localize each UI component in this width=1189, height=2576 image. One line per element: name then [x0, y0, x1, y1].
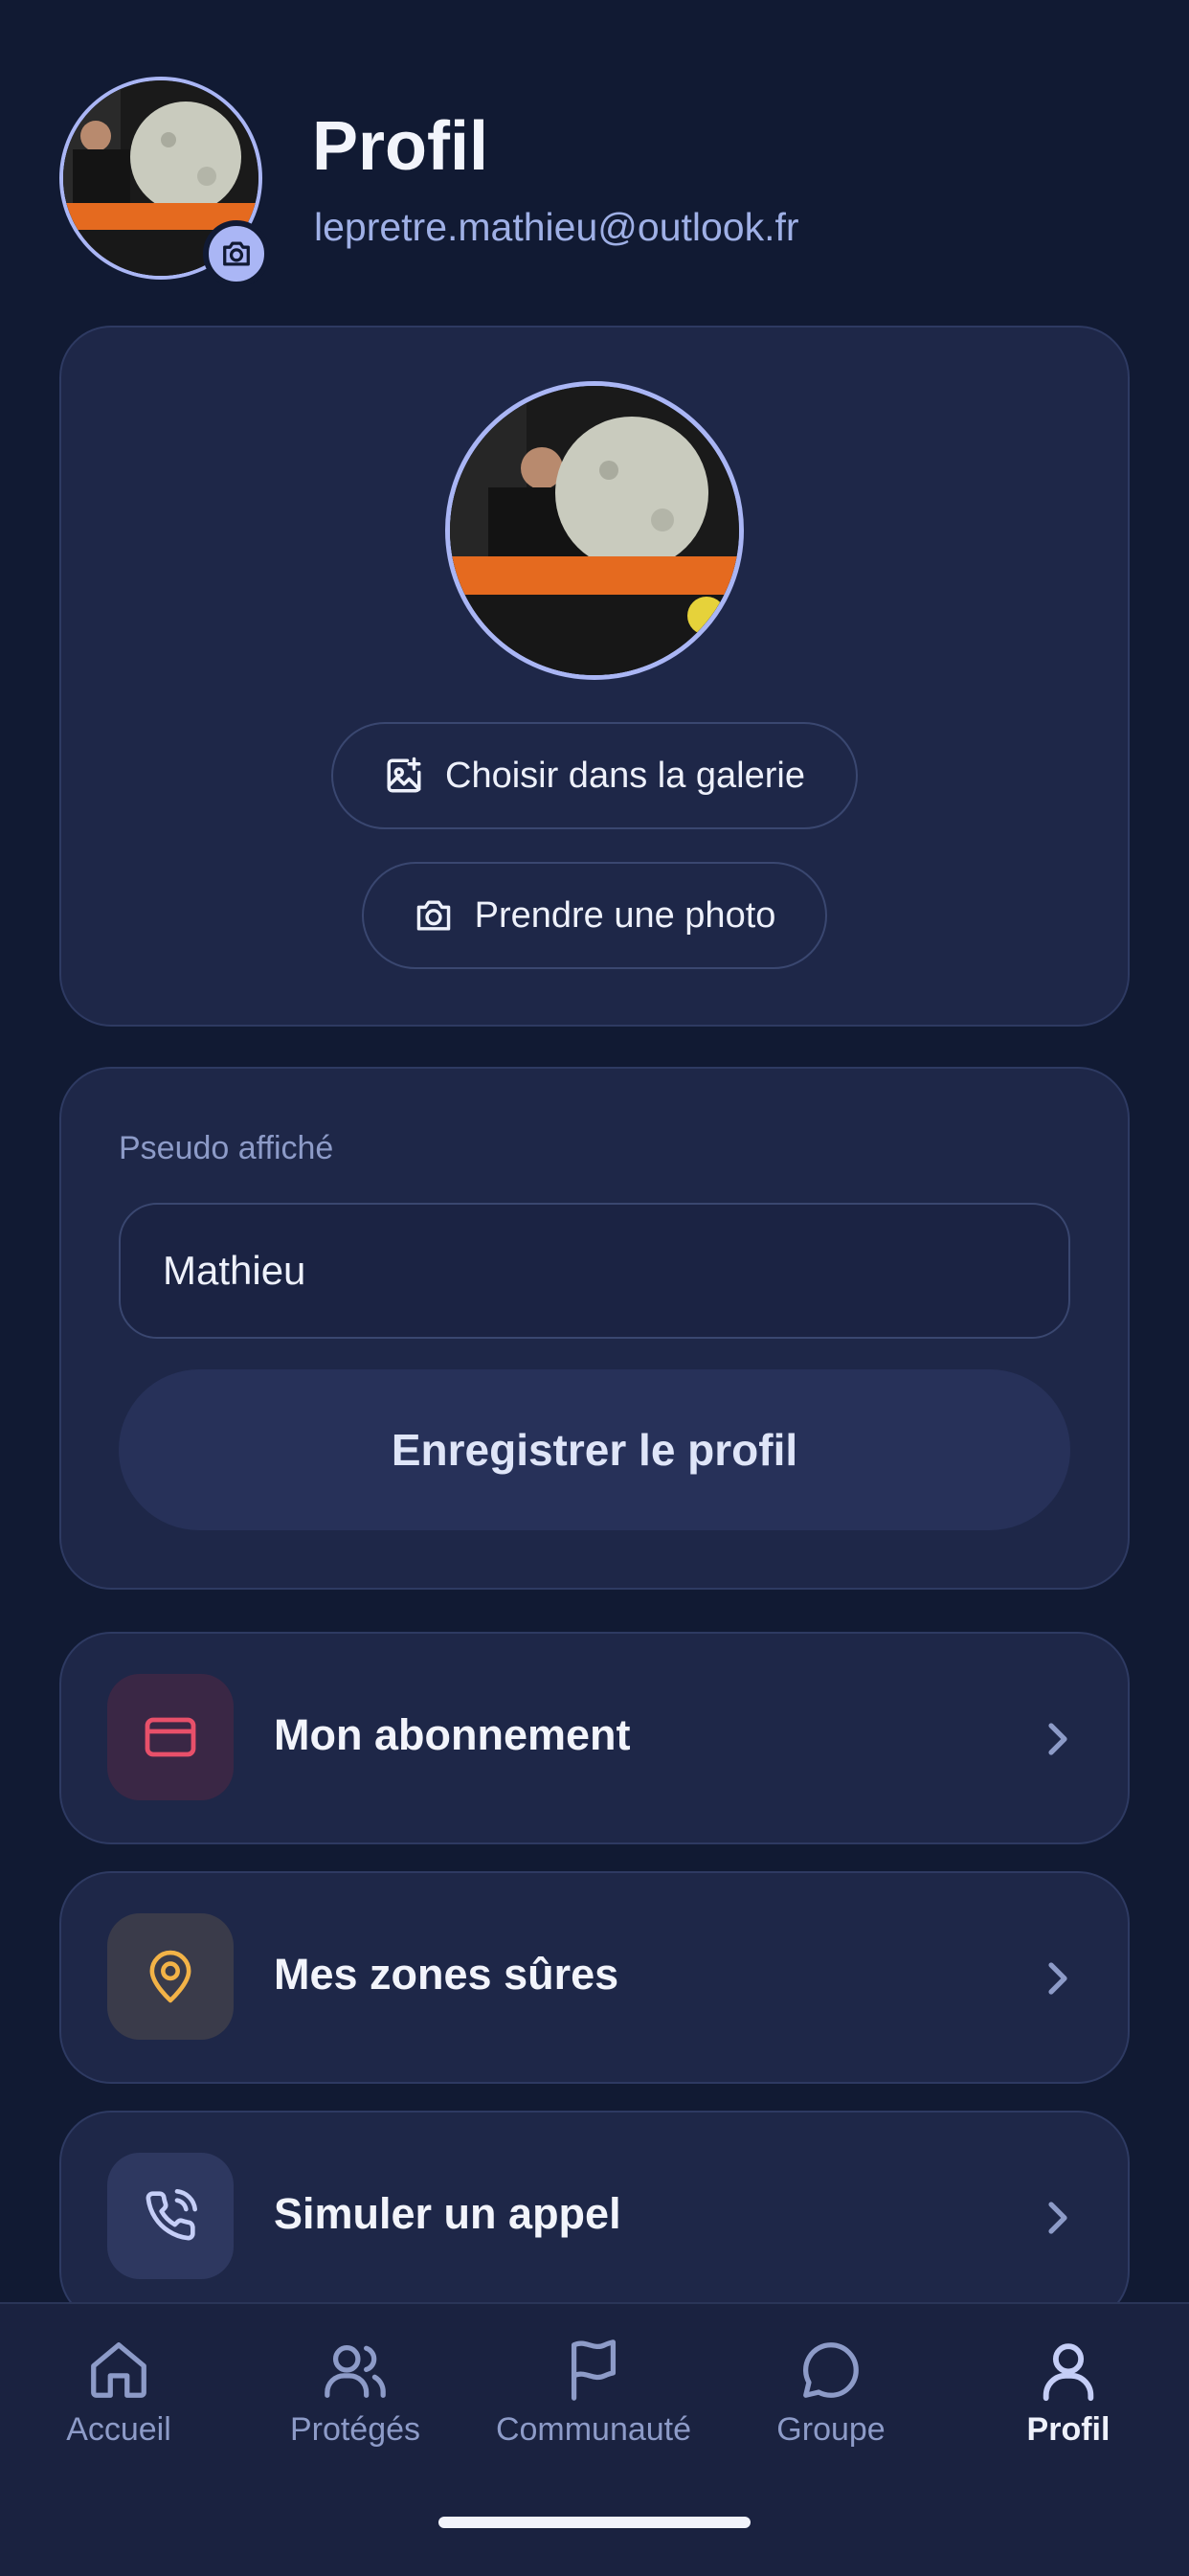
nickname-input[interactable]: Mathieu — [119, 1203, 1070, 1339]
profile-photo-preview — [445, 381, 744, 680]
user-icon — [1043, 2343, 1094, 2402]
phone-call-icon — [107, 2153, 234, 2279]
choose-from-gallery-button[interactable]: Choisir dans la galerie — [331, 722, 858, 829]
image-plus-icon — [387, 757, 421, 793]
map-pin-icon — [107, 1913, 234, 2040]
nav-item-groupe[interactable]: Groupe — [726, 2337, 936, 2449]
users-icon — [325, 2345, 386, 2398]
take-photo-label: Prendre une photo — [474, 894, 776, 936]
nav-label: Protégés — [289, 2411, 421, 2448]
menu-label-safe-zones: Mes zones sûres — [274, 1950, 619, 1999]
take-photo-button[interactable]: Prendre une photo — [362, 862, 827, 969]
chevron-right-icon — [1048, 2202, 1067, 2234]
nav-label: Profil — [1026, 2411, 1110, 2448]
choose-from-gallery-label: Choisir dans la galerie — [445, 755, 805, 796]
menu-label-simulate-call: Simuler un appel — [274, 2189, 621, 2238]
nav-label: Groupe — [776, 2411, 886, 2448]
nickname-value: Mathieu — [163, 1248, 306, 1293]
nav-item-accueil[interactable]: Accueil — [13, 2337, 224, 2449]
nav-label: Accueil — [66, 2411, 171, 2448]
chevron-right-icon — [1048, 1723, 1067, 1755]
chevron-right-icon — [1048, 1962, 1067, 1995]
nav-item-proteges[interactable]: Protégés — [250, 2337, 460, 2449]
save-profile-button[interactable]: Enregistrer le profil — [119, 1369, 1070, 1530]
nav-label: Communauté — [495, 2411, 692, 2448]
change-avatar-camera-icon[interactable] — [203, 220, 270, 287]
home-indicator[interactable] — [438, 2517, 751, 2528]
menu-label-subscription: Mon abonnement — [274, 1710, 631, 1759]
nav-item-communaute[interactable]: Communauté — [488, 2337, 699, 2449]
flag-icon — [571, 2339, 617, 2401]
page-title: Profil — [312, 108, 489, 185]
nav-item-profil[interactable]: Profil — [963, 2337, 1174, 2449]
user-email: lepretre.mathieu@outlook.fr — [314, 205, 799, 249]
nickname-label: Pseudo affiché — [119, 1130, 334, 1166]
credit-card-icon — [107, 1674, 234, 1800]
chat-bubble-icon — [802, 2342, 859, 2398]
home-icon — [91, 2342, 146, 2398]
camera-icon — [416, 900, 450, 931]
